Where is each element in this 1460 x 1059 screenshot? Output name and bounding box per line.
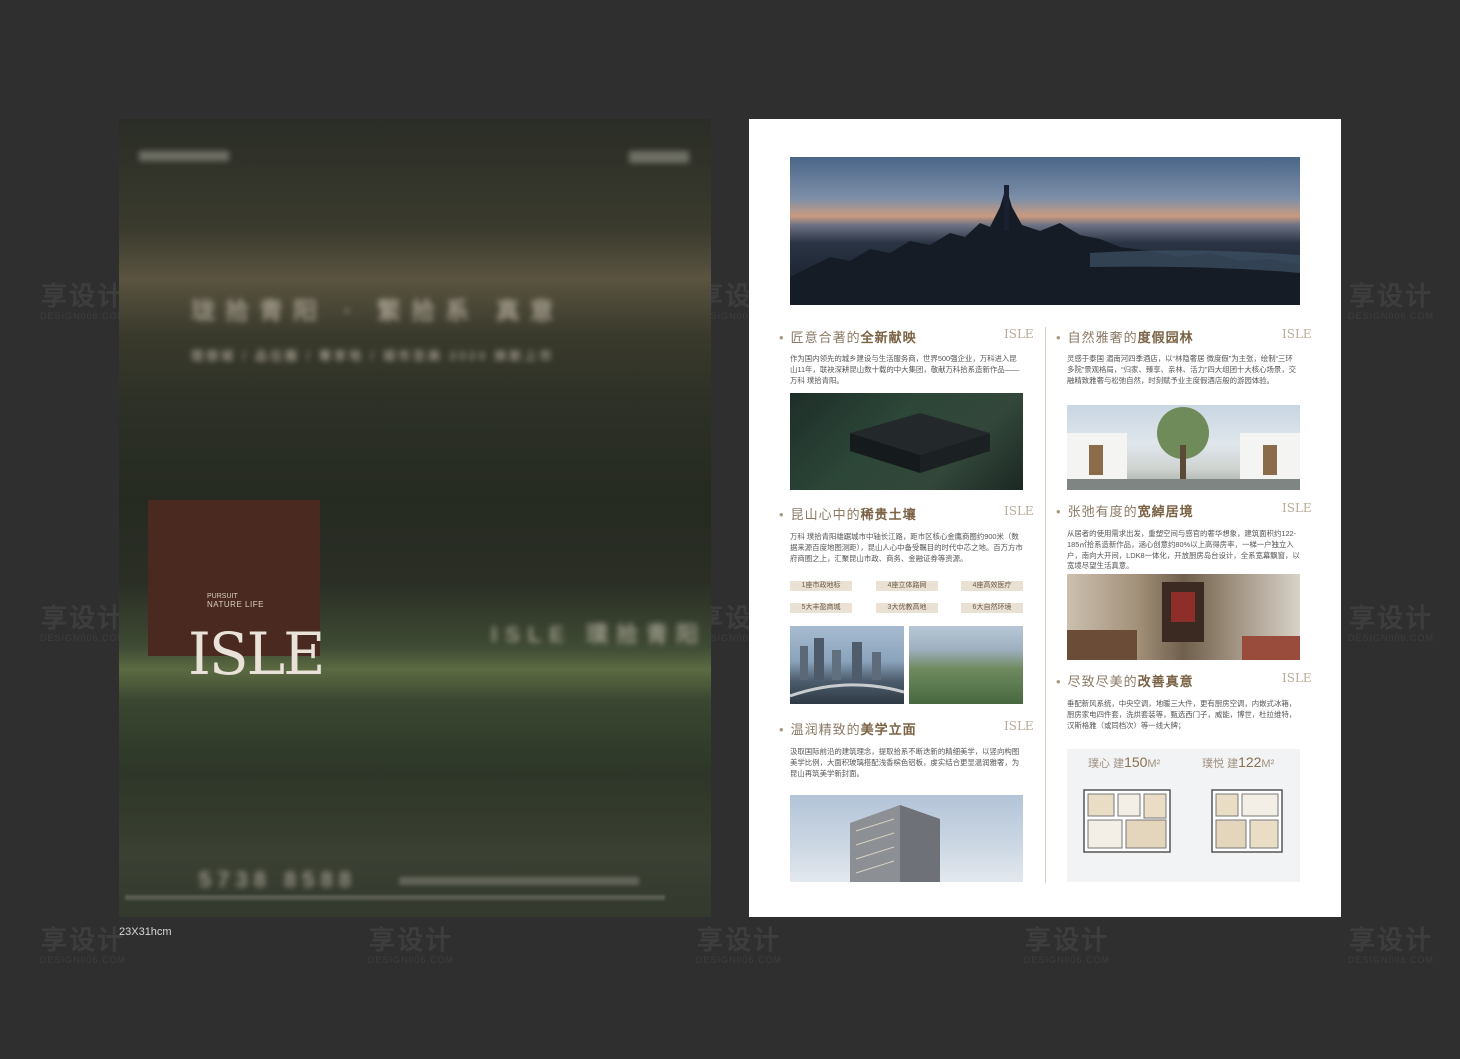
- section-badge: ISLE: [1282, 327, 1312, 341]
- section-badge: ISLE: [1282, 671, 1312, 685]
- watermark: 享设计DESIGN006.COM: [1348, 603, 1435, 643]
- section-title: 张弛有度的宽綽居境: [1056, 501, 1194, 520]
- poster-logo-right: [629, 151, 689, 163]
- feature-tag: 3大优教高地: [876, 603, 938, 613]
- section-text: 汲取国际前沿的建筑理念，提取拾系不断迭新的精细美学，以竖向构图美学比例，大面积玻…: [790, 747, 1020, 778]
- floorplan-drawing: [1206, 780, 1288, 860]
- section-text: 万科 璞拾青阳雄踞城市中轴长江路，距市区核心金鹰商圈约900米（数据来源百度地图…: [790, 532, 1023, 563]
- poster-logo-left: [139, 151, 229, 161]
- feature-tag: 4座高效医疗: [961, 581, 1023, 591]
- section-text: 作为国内领先的城乡建设与生活服务商，世界500强企业，万科进入昆山11年，联袂深…: [790, 354, 1020, 385]
- city-park-photo: [909, 626, 1023, 704]
- section-title: 自然雅奢的度假园林: [1056, 327, 1194, 346]
- section-title: 昆山心中的稀贵土壤: [779, 504, 917, 523]
- feature-tag: 1座市政地标: [790, 581, 852, 591]
- watermark: 享设计DESIGN006.COM: [40, 925, 127, 965]
- logo-subtitle: NATURE LIFE: [207, 600, 264, 609]
- column-divider: [1045, 327, 1046, 883]
- poster-subline: 理想城 / 品位圈 / 尊享地 / 城市至美 2024 焕新上市: [191, 349, 555, 363]
- isle-logo: ISLE: [188, 620, 325, 688]
- feature-tag: 5大丰盈商城: [790, 603, 852, 613]
- section-title: 匠意合著的全新献映: [779, 327, 917, 346]
- watermark: 享设计DESIGN006.COM: [1348, 281, 1435, 321]
- poster-contact-text: [399, 877, 639, 885]
- section-title: 温润精致的美学立面: [779, 719, 917, 738]
- logo-pursuit: PURSUIT: [207, 593, 238, 600]
- watermark: 享设计DESIGN006.COM: [1024, 925, 1111, 965]
- section-text: 灵感于泰国 湄南河四季酒店，以“林隐奢居 微度假”为主张，绘制“三环多院”景观格…: [1067, 354, 1297, 385]
- interior-photo: [1067, 574, 1300, 660]
- section-badge: ISLE: [1004, 327, 1034, 341]
- section-badge: ISLE: [1282, 501, 1312, 515]
- city-highway-photo: [790, 626, 904, 704]
- size-label: 23X31hcm: [119, 926, 172, 938]
- garden-photo: [1067, 405, 1300, 490]
- watermark: 享设计DESIGN006.COM: [696, 925, 783, 965]
- hero-skyline-photo: [790, 157, 1300, 305]
- architecture-photo: [790, 393, 1023, 490]
- watermark: 享设计DESIGN006.COM: [40, 281, 127, 321]
- feature-tag: 4座立体路网: [876, 581, 938, 591]
- section-badge: ISLE: [1004, 719, 1034, 733]
- watermark: 享设计DESIGN006.COM: [368, 925, 455, 965]
- poster-phone: 5738 8588: [199, 867, 357, 892]
- floorplan-drawing: [1078, 780, 1176, 860]
- poster-brand-line: ISLE 璞拾青阳: [491, 622, 707, 647]
- section-badge: ISLE: [1004, 504, 1034, 518]
- poster-disclaimer: [125, 895, 665, 900]
- floorplan-title: 璞心 建150M²: [1088, 754, 1161, 770]
- floorplan-title: 璞悦 建122M²: [1202, 754, 1275, 770]
- section-title: 尽致尽美的改善真意: [1056, 671, 1194, 690]
- poster-headline: 珑拾青阳 ∙ 繁拾系 真意: [191, 298, 564, 325]
- section-text: 从居者的使用需求出发，重塑空间与感官的奢华想象，建筑面积约122-185㎡拾系造…: [1067, 529, 1300, 571]
- facade-photo: [790, 795, 1023, 882]
- section-text: 垂配新风系统，中央空调，地暖三大件，更有厨房空调，内嵌式冰箱，厨房家电四件套，洗…: [1067, 699, 1297, 730]
- watermark: 享设计DESIGN006.COM: [1348, 925, 1435, 965]
- watermark: 享设计DESIGN006.COM: [40, 603, 127, 643]
- feature-tag: 6大自然环境: [961, 603, 1023, 613]
